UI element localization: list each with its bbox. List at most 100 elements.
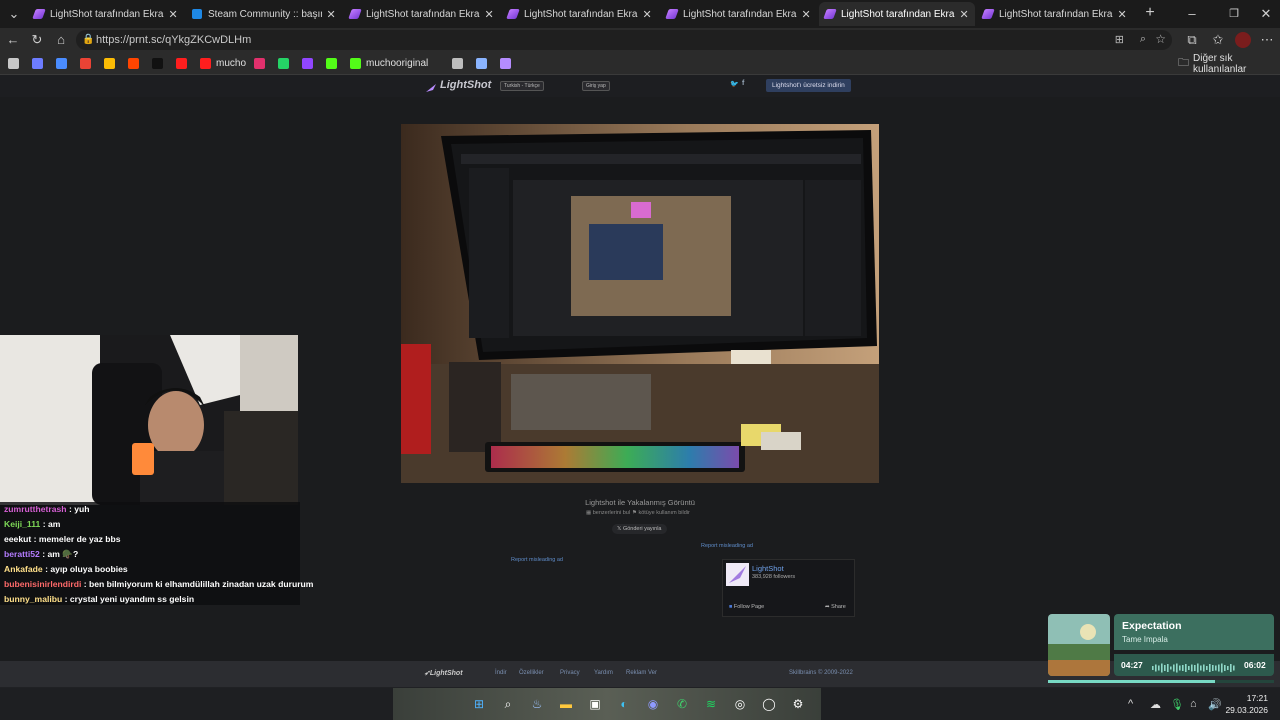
obs-icon[interactable]: ◎ — [731, 695, 749, 713]
track-progress[interactable] — [1048, 680, 1274, 683]
tab-4[interactable]: LightShot tarafından Ekran Görünt ✕ — [661, 2, 817, 26]
chat-username[interactable]: zumrutthetrash — [4, 504, 67, 514]
tab-close-icon[interactable]: ✕ — [959, 8, 969, 21]
twitter-icon[interactable]: 🐦 — [730, 80, 739, 88]
edge-icon[interactable]: ◐ — [615, 695, 633, 713]
tab-close-icon[interactable]: ✕ — [1117, 8, 1127, 21]
chat-username[interactable]: beratti52 — [4, 549, 40, 559]
bookmark-16[interactable] — [500, 57, 516, 70]
whatsapp-icon[interactable]: ✆ — [673, 695, 691, 713]
footer-link-features[interactable]: Özellikler — [519, 670, 544, 676]
bookmark-13[interactable]: muchooriginal — [350, 57, 428, 70]
login-button[interactable]: Giriş yap — [582, 81, 610, 91]
report-ad-link-left[interactable]: Report misleading ad — [511, 557, 563, 563]
reload-icon[interactable]: ↻ — [29, 32, 45, 48]
url-text[interactable]: https://prnt.sc/qYkgZKCwDLHm — [96, 34, 251, 46]
network-icon[interactable]: ⌂ — [1190, 698, 1197, 710]
tab-close-icon[interactable]: ✕ — [801, 8, 811, 21]
footer-link-advertise[interactable]: Reklam Ver — [626, 670, 657, 676]
bookmark-8[interactable]: mucho — [200, 57, 246, 70]
close-window-icon[interactable]: ✕ — [1258, 6, 1274, 22]
bookmark-1[interactable] — [32, 57, 48, 70]
chat-username[interactable]: Keiji_111 — [4, 519, 40, 529]
bookmark-0[interactable] — [8, 57, 24, 70]
bookmark-11[interactable] — [302, 57, 318, 70]
chat-username[interactable]: bubenisinirlendirdi — [4, 579, 81, 589]
new-tab-plus-icon[interactable]: + — [1142, 5, 1158, 21]
tab-6[interactable]: LightShot tarafından Ekran Görünt ✕ — [977, 2, 1133, 26]
footer-link-help[interactable]: Yardım — [594, 670, 613, 676]
bookmark-3[interactable] — [80, 57, 96, 70]
fb-page-name[interactable]: LightShot — [752, 564, 784, 573]
lightshot-logo[interactable]: LightShot — [440, 79, 491, 91]
tray-chevron-icon[interactable]: ^ — [1128, 698, 1133, 710]
restore-icon[interactable]: ❐ — [1226, 6, 1242, 22]
language-select[interactable]: Turkish - Türkçe — [500, 81, 544, 91]
tab-3[interactable]: LightShot tarafından Ekran Görünt ✕ — [502, 2, 658, 26]
footer-link-download[interactable]: İndir — [495, 670, 507, 676]
spotify-icon[interactable]: ≋ — [702, 695, 720, 713]
microphone-icon[interactable]: 🎙 — [1170, 698, 1184, 711]
lightshot-page-avatar[interactable] — [726, 563, 749, 586]
facebook-icon[interactable]: f — [742, 80, 744, 87]
tab-close-icon[interactable]: ✕ — [642, 8, 652, 21]
search-icon[interactable]: ⌕ — [499, 695, 517, 713]
extensions-icon[interactable]: ⧉ — [1184, 32, 1200, 48]
lightshot-header: LightShot Turkish - Türkçe Giriş yap 🐦 f… — [0, 75, 1280, 97]
bookmark-6[interactable] — [152, 57, 168, 70]
zoom-icon[interactable]: ⌕ — [1140, 33, 1146, 46]
bookmark-2[interactable] — [56, 57, 72, 70]
steam-icon[interactable]: ♨ — [528, 695, 546, 713]
system-clock[interactable]: 17:21 29.03.2026 — [1225, 692, 1268, 716]
chat-username[interactable]: eeekut — [4, 534, 31, 544]
favorite-star-icon[interactable]: ☆ — [1155, 32, 1166, 46]
chat-username[interactable]: Ankafade — [4, 564, 43, 574]
bookmark-5[interactable] — [128, 57, 144, 70]
minimize-icon[interactable]: – — [1184, 6, 1200, 22]
favorites-icon[interactable]: ✩ — [1210, 32, 1226, 48]
store-icon[interactable]: ▣ — [586, 695, 604, 713]
tab-5[interactable]: LightShot tarafından Ekran Görünt ✕ — [819, 2, 975, 26]
back-arrow-icon[interactable]: ← — [5, 32, 21, 48]
report-abuse-link[interactable]: ⚑ kötüye kullanım bildir — [632, 510, 690, 516]
app-grid-icon[interactable]: ⊞ — [1115, 33, 1124, 46]
more-menu-icon[interactable]: ⋯ — [1259, 32, 1275, 48]
track-artist: Tame Impala — [1122, 635, 1168, 644]
bookmark-15[interactable] — [476, 57, 492, 70]
footer-link-privacy[interactable]: Privacy — [560, 670, 580, 676]
tab-2[interactable]: LightShot tarafından Ekran Görünt ✕ — [344, 2, 500, 26]
tab-1[interactable]: Steam Community :: başım ağrıyo ✕ — [186, 2, 342, 26]
similar-link[interactable]: ▦ benzerlerini bul — [586, 510, 630, 516]
bookmark-4[interactable] — [104, 57, 120, 70]
footer-logo[interactable]: ➶LightShot — [424, 669, 463, 677]
tab-close-icon[interactable]: ✕ — [168, 8, 178, 21]
profile-avatar-icon[interactable] — [1235, 32, 1251, 48]
other-bookmarks[interactable]: 🗀 Diğer sık kullanılanlar — [1178, 53, 1280, 75]
tab-search-chevron-icon[interactable]: ⌄ — [6, 6, 22, 22]
bookmark-10[interactable] — [278, 57, 294, 70]
settings-gear-icon[interactable]: ⚙ — [789, 695, 807, 713]
gallery-icon — [8, 58, 19, 69]
tab-close-icon[interactable]: ✕ — [484, 8, 494, 21]
home-icon[interactable]: ⌂ — [53, 32, 69, 48]
file-explorer-icon[interactable]: ▬ — [557, 695, 575, 713]
bookmark-14[interactable] — [452, 57, 468, 70]
tab-0[interactable]: LightShot tarafından Ekran Görünt ✕ — [28, 2, 184, 26]
volume-icon[interactable]: 🔊 — [1208, 698, 1222, 711]
chat-message: zumrutthetrash : yuh — [4, 504, 89, 518]
download-button[interactable]: Lightshot'ı ücretsiz indirin — [766, 79, 851, 92]
report-ad-link-right[interactable]: Report misleading ad — [701, 543, 753, 549]
bookmark-7[interactable] — [176, 57, 192, 70]
bookmark-12[interactable] — [326, 57, 342, 70]
follow-page-button[interactable]: ■ Follow Page — [729, 604, 764, 610]
start-windows-icon[interactable]: ⊞ — [470, 695, 488, 713]
address-bar[interactable]: 🔒 https://prnt.sc/qYkgZKCwDLHm ⊞ ⌕ ☆ — [76, 30, 1172, 50]
bookmark-9[interactable] — [254, 57, 270, 70]
tweet-button[interactable]: 𝕏 Gönderi yayınla — [612, 524, 667, 534]
share-button[interactable]: ➦ Share — [825, 604, 846, 610]
onedrive-icon[interactable]: ☁ — [1150, 698, 1161, 711]
chat-username[interactable]: bunny_malibu — [4, 594, 62, 604]
discord-icon[interactable]: ◉ — [644, 695, 662, 713]
app-icon[interactable]: ◯ — [760, 695, 778, 713]
tab-close-icon[interactable]: ✕ — [326, 8, 336, 21]
